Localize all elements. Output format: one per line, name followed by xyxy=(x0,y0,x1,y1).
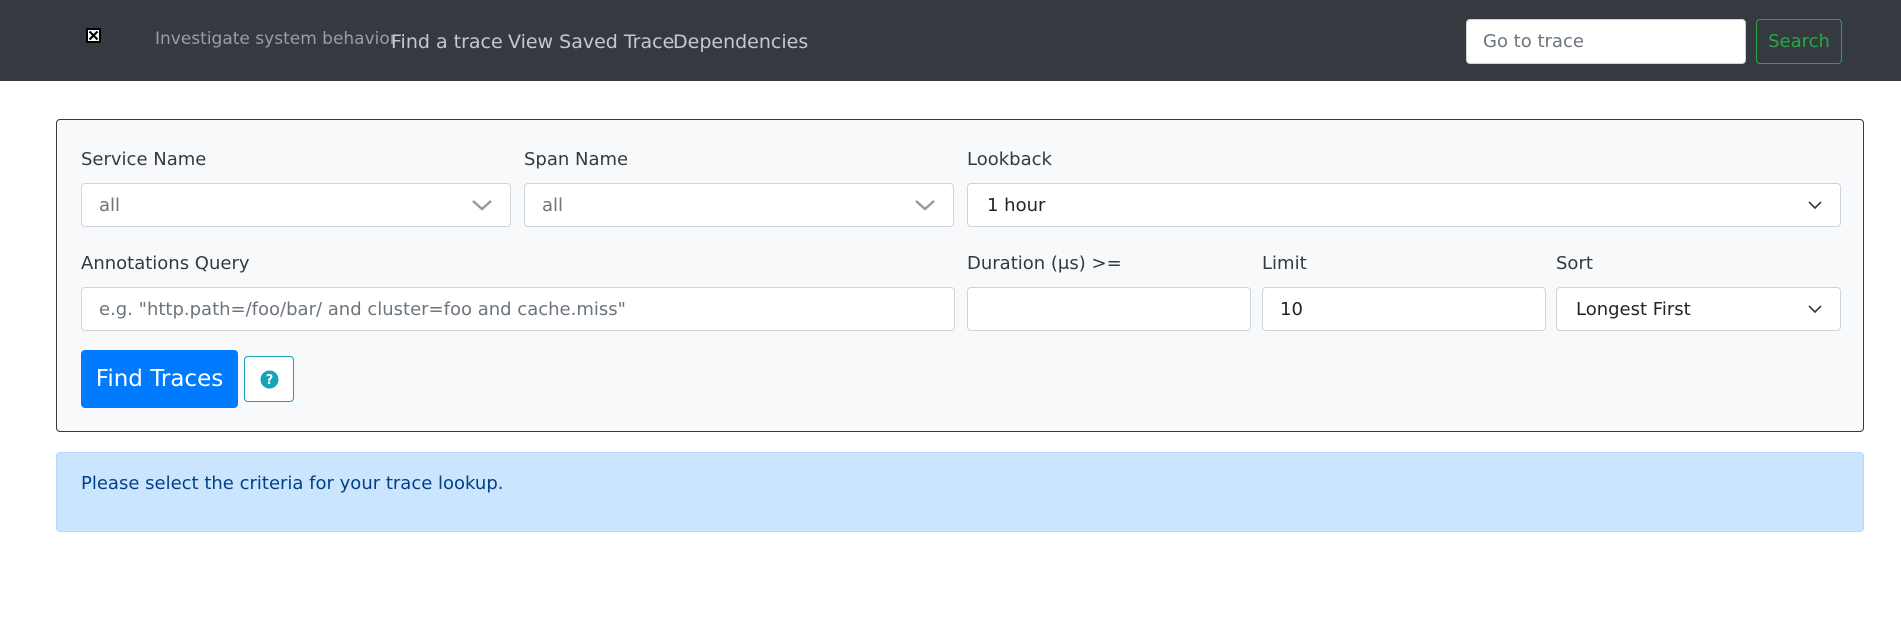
top-navbar: Investigate system behavior Find a trace… xyxy=(0,0,1901,81)
broken-image-icon[interactable] xyxy=(86,28,101,43)
service-name-label: Service Name xyxy=(81,149,207,170)
lookback-label: Lookback xyxy=(967,149,1052,170)
lookback-value: 1 hour xyxy=(987,194,1046,216)
info-alert: Please select the criteria for your trac… xyxy=(56,452,1864,532)
info-alert-message: Please select the criteria for your trac… xyxy=(81,473,504,494)
go-to-trace-input[interactable] xyxy=(1466,19,1746,64)
navbar-tagline: Investigate system behavior xyxy=(155,29,397,49)
nav-link-view-saved-trace[interactable]: View Saved Trace xyxy=(508,30,674,54)
help-button[interactable]: ? xyxy=(244,356,294,402)
sort-select[interactable]: Longest First xyxy=(1556,287,1841,331)
find-traces-button[interactable]: Find Traces xyxy=(81,350,238,408)
span-name-select[interactable]: all xyxy=(524,183,954,227)
chevron-down-icon xyxy=(915,200,935,211)
annotations-query-input[interactable] xyxy=(81,287,955,331)
chevron-down-icon xyxy=(1808,201,1822,210)
question-circle-icon: ? xyxy=(260,370,278,388)
service-name-value: all xyxy=(99,194,121,216)
sort-label: Sort xyxy=(1556,253,1593,274)
nav-link-find-a-trace[interactable]: Find a trace xyxy=(391,30,503,54)
chevron-down-icon xyxy=(1808,305,1822,314)
service-name-select[interactable]: all xyxy=(81,183,511,227)
span-name-value: all xyxy=(542,194,564,216)
span-name-label: Span Name xyxy=(524,149,629,170)
search-button[interactable]: Search xyxy=(1756,19,1842,64)
limit-input[interactable] xyxy=(1262,287,1546,331)
annotations-query-label: Annotations Query xyxy=(81,253,250,274)
nav-link-dependencies[interactable]: Dependencies xyxy=(673,30,808,54)
limit-label: Limit xyxy=(1262,253,1307,274)
duration-input[interactable] xyxy=(967,287,1251,331)
sort-value: Longest First xyxy=(1576,298,1691,320)
lookback-select[interactable]: 1 hour xyxy=(967,183,1841,227)
trace-search-form: Service Name all Span Name all Lookback … xyxy=(56,119,1864,432)
chevron-down-icon xyxy=(472,200,492,211)
svg-text:?: ? xyxy=(265,373,273,388)
duration-label: Duration (μs) >= xyxy=(967,253,1122,274)
